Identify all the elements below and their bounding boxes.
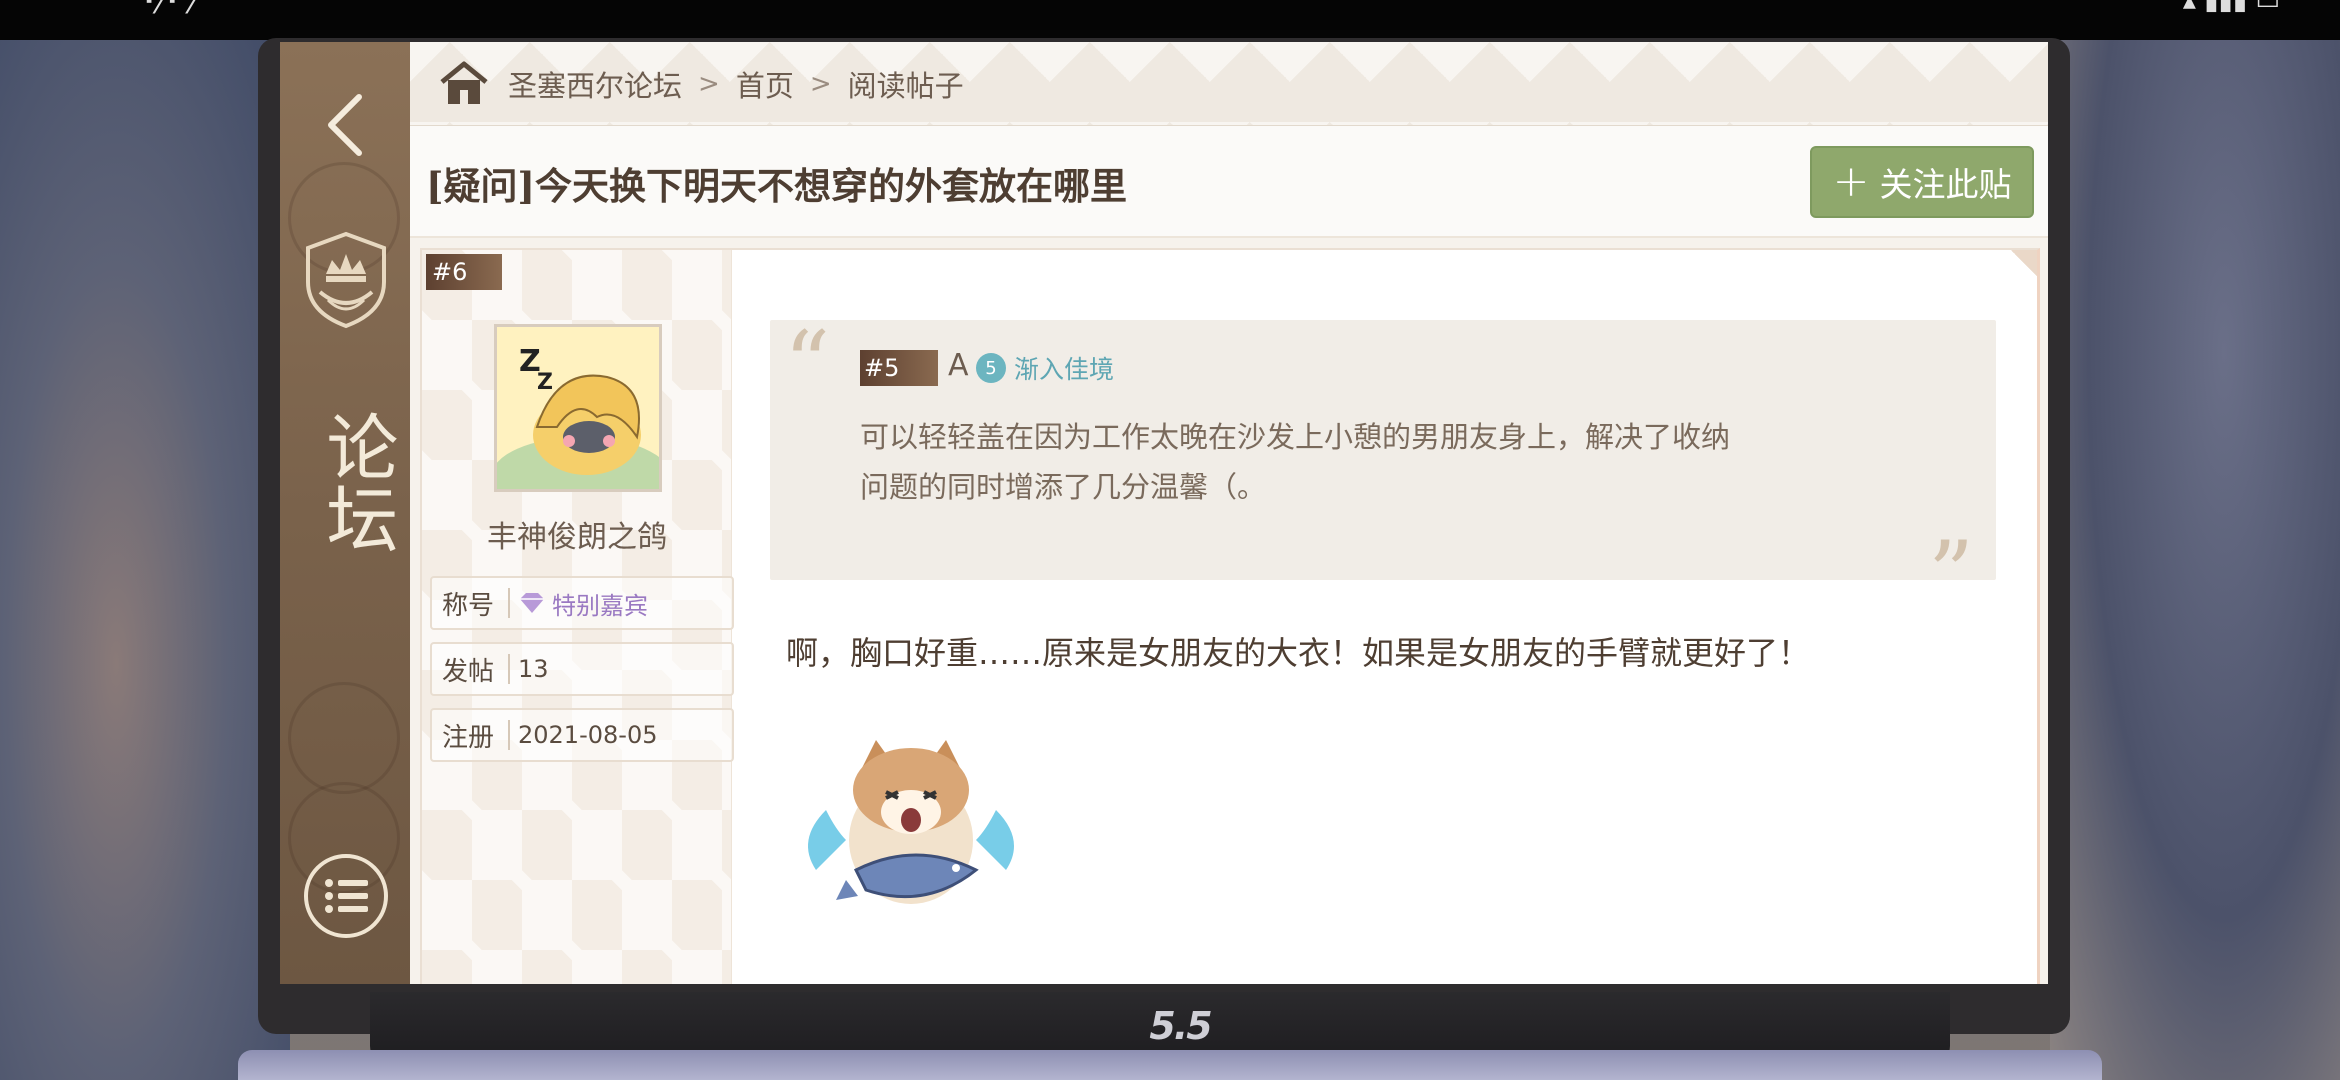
stat-divider [508, 654, 510, 684]
open-quote-icon: “ [784, 312, 831, 417]
background-left [0, 40, 290, 1080]
post-title: [疑问]今天换下明天不想穿的外套放在哪里 [426, 164, 1128, 208]
forum-screen: 论坛 圣塞西尔论坛 > 首页 > 阅读帖子 [疑问]今天换下明天不想穿的外套放在… [280, 42, 2048, 984]
plus-icon: + [1832, 156, 1870, 207]
stat-key: 注册 [442, 722, 495, 753]
home-icon[interactable] [438, 58, 490, 110]
sidebar: 论坛 [280, 42, 410, 984]
stat-divider [508, 588, 510, 618]
crying-cat-sticker-icon [808, 740, 1014, 904]
reply-card: #6 Z Z 丰神俊朗之鸽 称号 特别嘉宾 发帖 13 注册 2021-08-0… [420, 248, 2040, 984]
breadcrumb-forum[interactable]: 圣塞西尔论坛 [508, 63, 682, 105]
stat-post-count: 发帖 13 [430, 642, 734, 696]
background-right [2050, 40, 2340, 1080]
list-icon [325, 879, 368, 913]
laptop-logo: 5.5 [1149, 1004, 1212, 1048]
status-bar: ╹⁄╹ ⁄ ▴ ▮▮▮ ▭ [0, 0, 2340, 40]
stat-register-date: 注册 2021-08-05 [430, 708, 734, 762]
reply-body: “ #5 A 5 渐入佳境 可以轻轻盖在因为工作太晚在沙发上小憩的男朋友身上，解… [732, 250, 2042, 984]
stat-divider [508, 720, 510, 750]
sidebar-forum-title: 论坛 [314, 410, 398, 554]
diamond-icon [520, 593, 544, 613]
level-badge-icon: 5 [976, 353, 1006, 383]
follow-post-button[interactable]: + 关注此贴 [1810, 146, 2034, 218]
close-quote-icon: ” [1927, 522, 1974, 627]
stat-value: 13 [518, 655, 549, 683]
menu-button[interactable] [304, 854, 388, 938]
svg-text:Z: Z [537, 370, 553, 395]
breadcrumb-separator: > [809, 68, 832, 99]
stat-key: 称号 [442, 590, 495, 621]
quote-text-line: 可以轻轻盖在因为工作太晚在沙发上小憩的男朋友身上，解决了收纳 [860, 420, 1731, 454]
status-right: ▴ ▮▮▮ ▭ [2182, 0, 2280, 16]
quote-block: “ #5 A 5 渐入佳境 可以轻轻盖在因为工作太晚在沙发上小憩的男朋友身上，解… [770, 312, 1996, 620]
post-title-bar: [疑问]今天换下明天不想穿的外套放在哪里 + 关注此贴 [410, 126, 2048, 238]
quote-author[interactable]: A [948, 348, 969, 383]
stat-title: 称号 特别嘉宾 [430, 576, 734, 630]
breadcrumb-home[interactable]: 首页 [736, 63, 794, 105]
quote-author-level: 5 渐入佳境 [976, 350, 1114, 386]
username[interactable]: 丰神俊朗之鸽 [422, 512, 732, 556]
quote-text: 可以轻轻盖在因为工作太晚在沙发上小憩的男朋友身上，解决了收纳 问题的同时增添了几… [860, 412, 1840, 512]
follow-post-label: 关注此贴 [1879, 165, 2012, 204]
sleeping-avatar-icon: Z Z [497, 327, 659, 489]
stat-value: 2021-08-05 [518, 721, 658, 749]
chevron-left-icon [328, 94, 362, 156]
stat-value: 特别嘉宾 [518, 586, 648, 621]
back-button[interactable] [300, 80, 390, 170]
level-title: 渐入佳境 [1014, 355, 1115, 384]
status-left: ╹⁄╹ ⁄ [140, 0, 196, 21]
breadcrumb-current: 阅读帖子 [847, 68, 964, 103]
reply-content: 啊，胸口好重……原来是女朋友的大衣！如果是女朋友的手臂就更好了！ [786, 634, 1811, 672]
main-content: 圣塞西尔论坛 > 首页 > 阅读帖子 [疑问]今天换下明天不想穿的外套放在哪里 … [410, 42, 2048, 984]
breadcrumb: 圣塞西尔论坛 > 首页 > 阅读帖子 [410, 42, 2048, 126]
avatar[interactable]: Z Z [494, 324, 662, 492]
quote-text-line: 问题的同时增添了几分温馨（。 [860, 470, 1267, 504]
quote-floor-number: #5 [860, 350, 938, 386]
crest-icon [306, 231, 386, 329]
floor-number: #6 [426, 254, 502, 290]
special-guest-label: 特别嘉宾 [552, 591, 648, 620]
laptop-deck [238, 1050, 2102, 1080]
stat-key: 发帖 [442, 656, 495, 687]
user-info-panel: #6 Z Z 丰神俊朗之鸽 称号 特别嘉宾 发帖 13 注册 2021-08-0… [422, 250, 734, 984]
breadcrumb-separator: > [698, 68, 720, 99]
rose-decoration [288, 682, 400, 794]
